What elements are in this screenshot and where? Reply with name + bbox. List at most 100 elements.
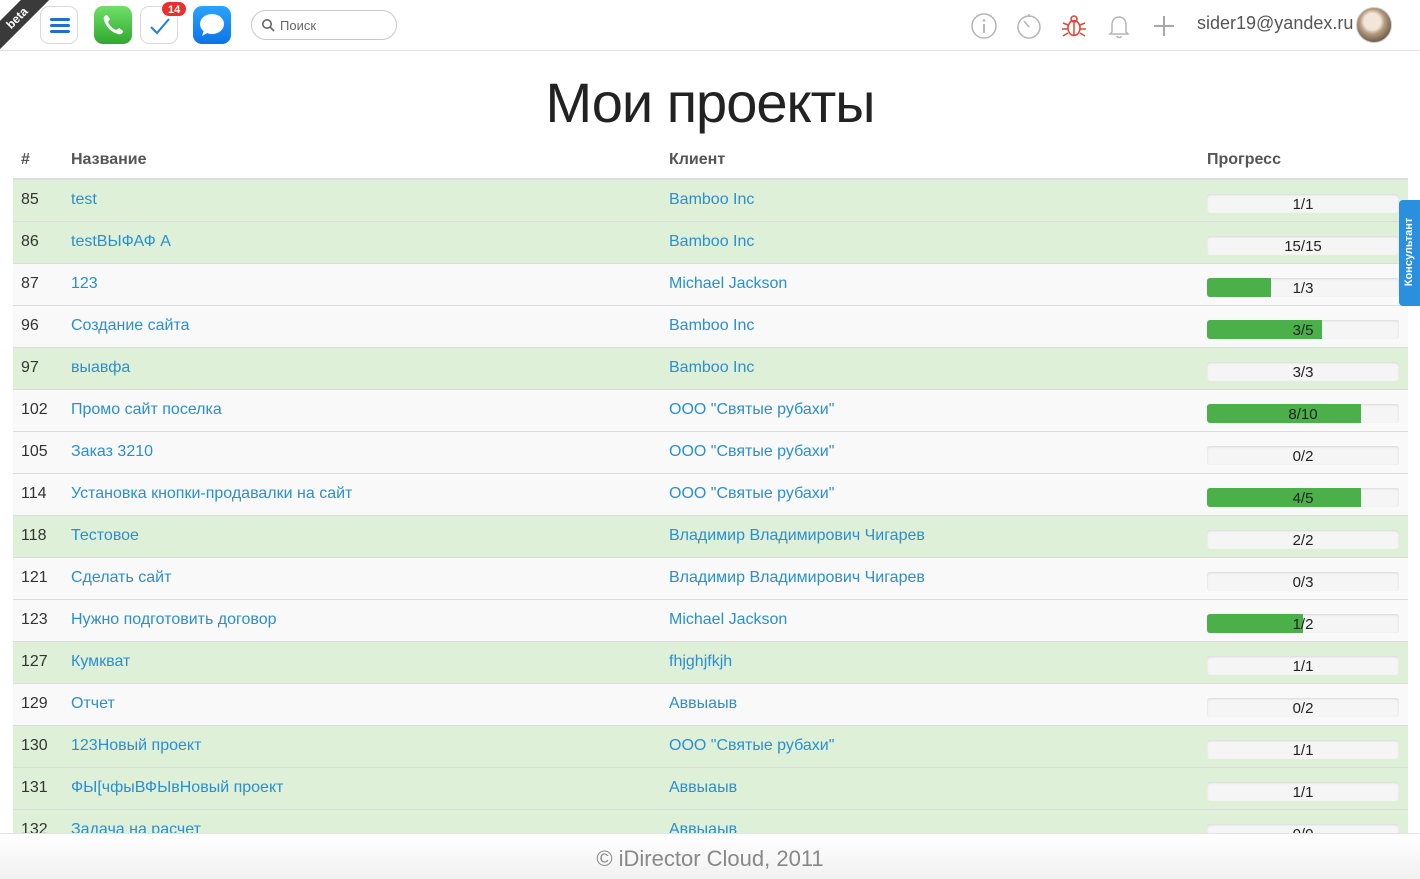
project-name-link[interactable]: test [71, 191, 97, 209]
projects-table: # Название Клиент Прогресс 85 test Bamboo … [13, 138, 1408, 833]
project-name-link[interactable]: Сделать сайт [71, 569, 171, 587]
header-progress: Прогресс [1207, 151, 1281, 168]
project-number: 105 [21, 443, 48, 460]
progress-bar: 3/3 [1207, 362, 1399, 381]
client-link[interactable]: fhjghjfkjh [669, 653, 732, 671]
table-row[interactable]: 130 123Новый проект ООО "Святые рубахи" 1/1 [13, 726, 1408, 768]
tasks-badge: 14 [161, 1, 188, 17]
client-link[interactable]: ООО "Святые рубахи" [669, 443, 834, 461]
project-number: 114 [21, 485, 47, 502]
timer-icon[interactable] [1015, 12, 1043, 40]
progress-text: 1/1 [1292, 742, 1314, 759]
table-row[interactable]: 105 Заказ 3210 ООО "Святые рубахи" 0/2 [13, 432, 1408, 474]
table-row[interactable]: 121 Сделать сайт Владимир Владимирович Чиг… [13, 558, 1408, 600]
project-number: 118 [21, 527, 47, 544]
table-row[interactable]: 127 Кумкват fhjghjfkjh 1/1 [13, 642, 1408, 684]
progress-bar: 8/10 [1207, 404, 1399, 423]
project-name-link[interactable]: Установка кнопки-продавалки на сайт [71, 485, 352, 503]
phone-button[interactable] [94, 6, 132, 44]
table-row[interactable]: 132 Задача на расчет Аввыаыв 0/0 [13, 810, 1408, 833]
project-name-link[interactable]: Отчет [71, 695, 115, 713]
hamburger-icon-bar [50, 30, 70, 33]
project-number: 87 [21, 275, 39, 292]
project-name-link[interactable]: Задача на расчет [71, 821, 201, 833]
client-link[interactable]: Владимир Владимирович Чигарев [669, 569, 925, 587]
project-name-link[interactable]: Заказ 3210 [71, 443, 153, 461]
client-link[interactable]: Аввыаыв [669, 779, 737, 797]
progress-bar: 1/1 [1207, 740, 1399, 759]
progress-bar: 1/1 [1207, 782, 1399, 801]
project-name-link[interactable]: ФЫ[чфыВФЫвНовый проект [71, 779, 283, 797]
client-link[interactable]: ООО "Святые рубахи" [669, 737, 834, 755]
table-body: 85 test Bamboo Inc 1/1 86 testВЫФАФ А Bamboo I… [13, 180, 1408, 833]
user-email[interactable]: sider19@yandex.ru [1197, 13, 1353, 34]
client-link[interactable]: Michael Jackson [669, 275, 787, 293]
project-number: 131 [21, 779, 48, 796]
table-row[interactable]: 102 Промо сайт поселка ООО "Святые рубахи"… [13, 390, 1408, 432]
project-name-link[interactable]: 123Новый проект [71, 737, 201, 755]
project-number: 132 [21, 821, 48, 833]
info-icon[interactable] [970, 12, 998, 40]
progress-text: 1/1 [1292, 196, 1314, 213]
table-row[interactable]: 87 123 Michael Jackson 1/3 [13, 264, 1408, 306]
progress-bar: 0/2 [1207, 698, 1399, 717]
project-name-link[interactable]: Нужно подготовить договор [71, 611, 277, 629]
header-num: # [21, 151, 30, 168]
client-link[interactable]: Владимир Владимирович Чигарев [669, 527, 925, 545]
client-link[interactable]: Bamboo Inc [669, 191, 754, 209]
page-title: Мои проекты [545, 71, 875, 134]
table-row[interactable]: 97 выавфа Bamboo Inc 3/3 [13, 348, 1408, 390]
bug-icon[interactable] [1060, 12, 1088, 40]
progress-bar: 1/3 [1207, 278, 1399, 297]
menu-button[interactable] [40, 6, 78, 44]
progress-text: 3/3 [1292, 364, 1314, 381]
progress-text: 0/2 [1292, 700, 1314, 717]
project-number: 96 [21, 317, 39, 334]
project-number: 127 [21, 653, 48, 670]
chat-button[interactable] [193, 6, 231, 44]
progress-bar: 1/1 [1207, 656, 1399, 675]
client-link[interactable]: Аввыаыв [669, 821, 737, 833]
avatar[interactable] [1356, 7, 1392, 43]
phone-icon [103, 15, 123, 35]
client-link[interactable]: Bamboo Inc [669, 233, 754, 251]
project-name-link[interactable]: Создание сайта [71, 317, 190, 335]
project-name-link[interactable]: testВЫФАФ А [71, 233, 171, 251]
project-name-link[interactable]: выавфа [71, 359, 130, 377]
plus-icon[interactable] [1150, 12, 1178, 40]
header-client: Клиент [669, 151, 726, 168]
chat-bubble-icon [200, 14, 224, 36]
table-row[interactable]: 114 Установка кнопки-продавалки на сайт ОО… [13, 474, 1408, 516]
client-link[interactable]: Аввыаыв [669, 695, 737, 713]
table-row[interactable]: 96 Создание сайта Bamboo Inc 3/5 [13, 306, 1408, 348]
table-row[interactable]: 86 testВЫФАФ А Bamboo Inc 15/15 [13, 222, 1408, 264]
client-link[interactable]: ООО "Святые рубахи" [669, 401, 834, 419]
client-link[interactable]: Michael Jackson [669, 611, 787, 629]
hamburger-icon-bar [50, 24, 70, 27]
project-name-link[interactable]: Промо сайт поселка [71, 401, 222, 419]
project-name-link[interactable]: Кумкват [71, 653, 130, 671]
table-row[interactable]: 118 Тестовое Владимир Владимирович Чигарев… [13, 516, 1408, 558]
client-link[interactable]: ООО "Святые рубахи" [669, 485, 834, 503]
table-row[interactable]: 85 test Bamboo Inc 1/1 [13, 180, 1408, 222]
table-row[interactable]: 129 Отчет Аввыаыв 0/2 [13, 684, 1408, 726]
search-input[interactable] [280, 16, 390, 34]
project-number: 97 [21, 359, 39, 376]
progress-bar: 0/0 [1207, 824, 1399, 833]
project-name-link[interactable]: 123 [71, 275, 98, 293]
progress-text: 1/3 [1292, 280, 1314, 297]
project-name-link[interactable]: Тестовое [71, 527, 139, 545]
project-number: 121 [21, 569, 48, 586]
project-number: 129 [21, 695, 48, 712]
client-link[interactable]: Bamboo Inc [669, 317, 754, 335]
bell-icon[interactable] [1105, 12, 1133, 40]
progress-text: 1/1 [1292, 658, 1314, 675]
table-row[interactable]: 123 Нужно подготовить договор Michael Jack… [13, 600, 1408, 642]
project-number: 123 [21, 611, 48, 628]
project-number: 86 [21, 233, 39, 250]
search-box[interactable] [251, 10, 397, 40]
table-row[interactable]: 131 ФЫ[чфыВФЫвНовый проект Аввыаыв 1/1 [13, 768, 1408, 810]
progress-bar: 4/5 [1207, 488, 1399, 507]
client-link[interactable]: Bamboo Inc [669, 359, 754, 377]
consultant-tab[interactable]: Консультант [1399, 200, 1420, 306]
